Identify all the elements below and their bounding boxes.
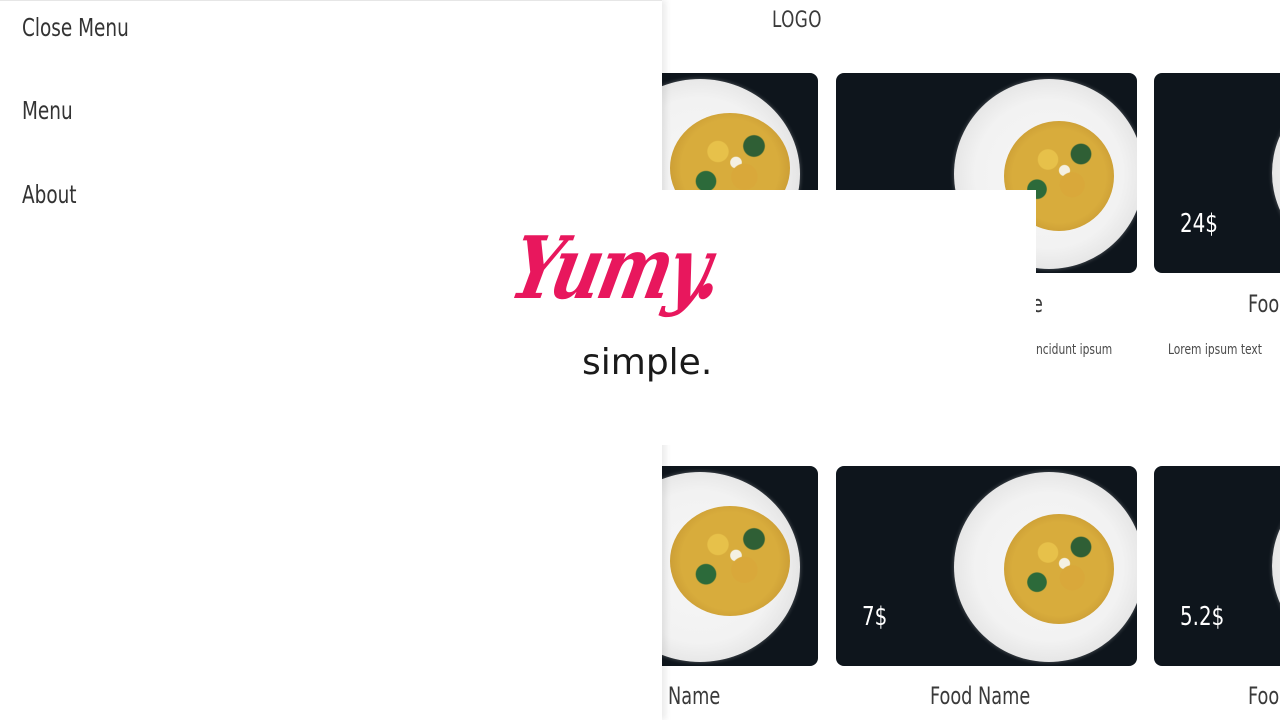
pasta-image (1004, 514, 1114, 624)
brand-wordmark: Yumy. (502, 218, 730, 319)
food-name: Foo (1248, 682, 1280, 710)
price-label: 24$ (1180, 209, 1218, 239)
plate-image (1272, 476, 1280, 656)
food-name: Food Name (930, 682, 1031, 710)
food-card[interactable]: 7$ (836, 466, 1137, 666)
food-name: Foo (1248, 290, 1280, 318)
price-label: 7$ (862, 602, 888, 632)
logo[interactable]: LOGO (772, 8, 822, 33)
food-card[interactable]: 24$ (1154, 73, 1280, 273)
food-description: ncidunt ipsum (1036, 342, 1113, 358)
food-card[interactable] (640, 466, 818, 666)
food-description: Lorem ipsum text (1168, 342, 1262, 358)
brand-tagline: simple. (582, 342, 713, 383)
close-menu-button[interactable]: Close Menu (22, 13, 129, 42)
plate-image (1272, 83, 1280, 263)
menu-item-menu[interactable]: Menu (22, 96, 73, 125)
brand-splash: Yumy. simple. (503, 190, 1036, 445)
pasta-image (670, 506, 790, 616)
menu-item-about[interactable]: About (22, 180, 77, 209)
food-name: Name (668, 682, 721, 710)
food-card[interactable]: 5.2$ (1154, 466, 1280, 666)
price-label: 5.2$ (1180, 602, 1225, 632)
